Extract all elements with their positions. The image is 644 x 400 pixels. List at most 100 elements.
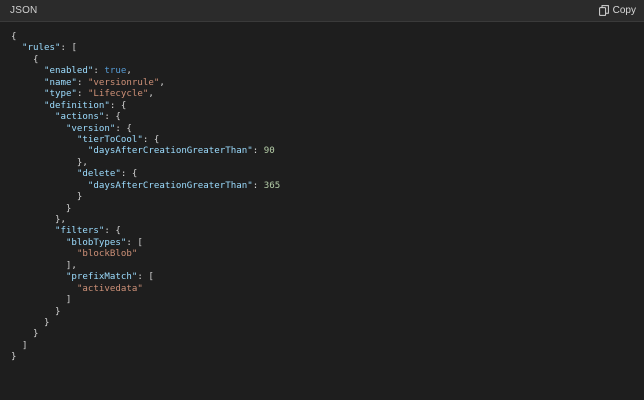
code-punctuation: : { <box>120 169 138 180</box>
code-line: } <box>11 329 644 340</box>
json-key: "version" <box>65 123 116 134</box>
code-line: "activedata" <box>11 284 644 295</box>
code-punctuation: ] <box>11 295 72 306</box>
code-line: "actions": { <box>11 112 644 123</box>
json-number: 90 <box>263 146 275 157</box>
code-line: "rules": [ <box>11 43 644 54</box>
code-punctuation: } <box>11 203 72 214</box>
json-number: 365 <box>263 180 281 191</box>
code-line: "enabled": true, <box>11 66 644 77</box>
code-line: } <box>11 307 644 318</box>
code-line: ], <box>11 261 644 272</box>
code-punctuation: : { <box>109 100 127 111</box>
json-string: "Lifecycle" <box>87 89 149 100</box>
code-line: } <box>11 192 644 203</box>
code-punctuation: }, <box>11 215 66 225</box>
language-label: JSON <box>10 5 38 16</box>
code-punctuation <box>11 284 77 294</box>
code-punctuation <box>11 135 77 145</box>
code-line: "filters": { <box>11 226 644 237</box>
code-punctuation: : [ <box>60 43 77 54</box>
code-line: } <box>11 318 644 329</box>
code-punctuation <box>11 112 55 122</box>
code-line: "daysAfterCreationGreaterThan": 90 <box>11 146 644 157</box>
json-key: "daysAfterCreationGreaterThan" <box>87 180 253 191</box>
json-code: { "rules": [ { "enabled": true, "name": … <box>0 22 644 364</box>
code-punctuation: } <box>11 329 39 340</box>
code-punctuation: : <box>93 66 105 77</box>
code-punctuation <box>11 124 66 134</box>
code-punctuation: }, <box>11 157 88 168</box>
json-key: "tierToCool" <box>76 134 143 145</box>
json-key: "actions" <box>54 112 105 123</box>
code-punctuation: { <box>11 54 39 65</box>
json-key: "filters" <box>54 226 105 237</box>
code-line: } <box>11 352 644 363</box>
json-key: "name" <box>43 77 77 88</box>
code-punctuation <box>11 181 88 191</box>
json-boolean: true <box>104 66 127 77</box>
code-block-panel: JSON Copy { "rules": [ { "enabled": true… <box>0 0 644 400</box>
json-key: "rules" <box>22 43 61 54</box>
code-line: { <box>11 55 644 66</box>
code-punctuation <box>11 146 88 156</box>
json-string: "versionrule" <box>87 77 160 88</box>
json-key: "type" <box>43 89 77 100</box>
code-line: "type": "Lifecycle", <box>11 89 644 100</box>
code-punctuation <box>11 101 44 111</box>
json-string: "activedata" <box>76 283 143 294</box>
code-punctuation: : [ <box>126 237 143 248</box>
code-line: "prefixMatch": [ <box>11 272 644 283</box>
json-key: "prefixMatch" <box>65 272 138 283</box>
code-punctuation: : <box>76 89 88 100</box>
json-key: "daysAfterCreationGreaterThan" <box>87 146 253 157</box>
code-punctuation: : { <box>104 226 121 237</box>
code-punctuation: } <box>11 306 61 317</box>
code-line: "version": { <box>11 124 644 135</box>
code-punctuation: : <box>252 146 264 157</box>
code-line: ] <box>11 295 644 306</box>
code-punctuation: : <box>76 77 88 88</box>
code-punctuation <box>11 238 66 248</box>
code-line: { <box>11 32 644 43</box>
code-line: "tierToCool": { <box>11 135 644 146</box>
code-line: }, <box>11 158 644 169</box>
json-key: "enabled" <box>43 66 94 77</box>
code-line: "delete": { <box>11 169 644 180</box>
code-punctuation <box>11 169 77 179</box>
code-punctuation <box>11 89 44 99</box>
code-punctuation: ], <box>11 260 77 271</box>
code-punctuation: ] <box>11 340 28 351</box>
code-punctuation: : { <box>142 134 160 145</box>
code-punctuation <box>11 249 77 259</box>
code-block-header: JSON Copy <box>0 0 644 22</box>
code-line: }, <box>11 215 644 226</box>
copy-button[interactable]: Copy <box>598 5 636 16</box>
code-line: } <box>11 204 644 215</box>
code-line: "definition": { <box>11 101 644 112</box>
code-punctuation: } <box>11 317 50 328</box>
json-key: "blobTypes" <box>65 237 127 248</box>
code-punctuation <box>11 272 66 282</box>
code-punctuation: , <box>148 89 154 100</box>
code-punctuation: } <box>11 192 83 203</box>
copy-label: Copy <box>612 5 636 16</box>
code-punctuation: : <box>252 180 264 191</box>
code-punctuation <box>11 226 55 236</box>
code-line: "name": "versionrule", <box>11 78 644 89</box>
json-key: "definition" <box>43 100 110 111</box>
code-line: ] <box>11 341 644 352</box>
code-punctuation: , <box>126 66 132 77</box>
code-line: "blobTypes": [ <box>11 238 644 249</box>
json-key: "delete" <box>76 169 121 180</box>
code-line: "blockBlob" <box>11 249 644 260</box>
code-punctuation: { <box>11 32 17 42</box>
code-punctuation <box>11 78 44 88</box>
code-punctuation: , <box>159 77 165 88</box>
code-punctuation <box>11 43 22 53</box>
json-string: "blockBlob" <box>76 249 138 260</box>
code-line: "daysAfterCreationGreaterThan": 365 <box>11 181 644 192</box>
code-punctuation: } <box>11 352 17 363</box>
copy-icon <box>598 5 609 16</box>
code-punctuation <box>11 66 44 76</box>
